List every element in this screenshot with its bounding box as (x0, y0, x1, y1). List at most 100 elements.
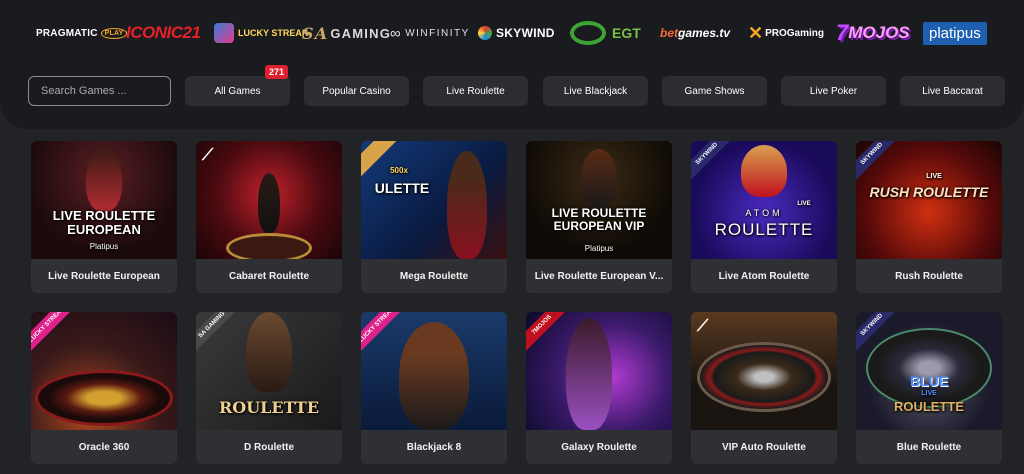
provider-label: ICONIC21 (126, 23, 201, 42)
roulette-wheel-icon (697, 342, 831, 412)
thumbnail-title-blue: BLUE (909, 373, 949, 389)
provider-skywind[interactable]: SKYWIND (478, 26, 555, 40)
game-thumbnail: LUCKY STREAK (31, 312, 177, 430)
provider-tag: SA GAMING (196, 312, 239, 352)
provider-label: MOJOS (848, 23, 910, 42)
game-name: Galaxy Roulette (561, 441, 637, 453)
game-tile[interactable]: SA GAMING ROULETTE D Roulette (196, 312, 342, 464)
provider-label: SKYWIND (496, 26, 555, 40)
game-name: VIP Auto Roulette (722, 441, 806, 453)
dealer-image (246, 312, 292, 392)
progaming-x-icon: ✕ (748, 22, 764, 43)
game-name: Blue Roulette (896, 441, 962, 453)
dealer-image (741, 145, 787, 197)
thumbnail-live: LIVE (926, 173, 942, 180)
provider-pragmatic-play[interactable]: PRAGMATIC PLAY (36, 27, 128, 39)
thumbnail-provider: Platipus (584, 244, 614, 253)
provider-sa-gaming[interactable]: SA GAMING (302, 24, 391, 43)
game-tile[interactable]: 500x ULETTE Mega Roulette (361, 141, 507, 293)
provider-label: PROGaming (765, 27, 824, 39)
provider-winfinity[interactable]: ∞ WINFINITY (390, 25, 470, 42)
provider-label: PRAGMATIC (36, 27, 98, 39)
provider-tag: LUCKY STREAK (31, 312, 74, 352)
provider-platipus[interactable]: platipus (923, 21, 987, 45)
provider-progaming[interactable]: ✕ PROGaming (748, 23, 824, 44)
thumbnail-title: LIVE ROULETTE EUROPEAN (52, 208, 156, 237)
game-name: Live Atom Roulette (718, 270, 810, 282)
play-badge: PLAY (100, 27, 128, 39)
game-tile[interactable]: SKYWIND LIVE RUSH ROULETTE Rush Roulette (856, 141, 1002, 293)
game-tile[interactable]: 7MOJOS Galaxy Roulette (526, 312, 672, 464)
tab-live-blackjack[interactable]: Live Blackjack (543, 76, 648, 106)
provider-strip: PRAGMATIC PLAY ICONIC21 LUCKY STREAK SA … (30, 14, 1004, 52)
tab-live-roulette[interactable]: Live Roulette (423, 76, 528, 106)
skywind-logo-icon (478, 26, 492, 40)
sa-logo-icon: SA (302, 23, 329, 43)
provider-label: platipus (929, 24, 981, 42)
tab-live-baccarat[interactable]: Live Baccarat (900, 76, 1005, 106)
game-thumbnail: 7MOJOS (526, 312, 672, 430)
provider-lucky-streak[interactable]: LUCKY STREAK (214, 23, 308, 43)
dealer-image (447, 151, 487, 259)
lucky-streak-logo-icon (214, 23, 234, 43)
search-input[interactable] (28, 76, 171, 106)
roulette-wheel-icon (35, 370, 173, 426)
game-tile[interactable]: LUCKY STREAK Blackjack 8 (361, 312, 507, 464)
egt-ring-icon (570, 21, 606, 45)
dealer-image (86, 149, 122, 211)
thumbnail-provider: Platipus (89, 242, 119, 251)
game-name: D Roulette (244, 441, 294, 453)
game-thumbnail: SA GAMING ROULETTE (196, 312, 342, 430)
game-tile[interactable]: LIVE ROULETTE EUROPEAN Platipus Live Rou… (31, 141, 177, 293)
provider-label: games.tv (678, 26, 731, 40)
mojos-seven: 7 (836, 20, 849, 45)
game-thumbnail: LIVE ROULETTE EUROPEAN VIP Platipus (526, 141, 672, 259)
thumbnail-title: ROULETTE (714, 220, 814, 239)
game-tile[interactable]: LIVE ROULETTE EUROPEAN VIP Platipus Live… (526, 141, 672, 293)
game-tile[interactable]: SKYWIND LIVE ATOM ROULETTE Live Atom Rou… (691, 141, 837, 293)
game-thumbnail: 500x ULETTE (361, 141, 507, 259)
roulette-wheel-icon (226, 233, 312, 259)
provider-iconic21[interactable]: ICONIC21 (126, 23, 201, 43)
provider-label: WINFINITY (405, 27, 470, 39)
game-tile[interactable]: ⟋ VIP Auto Roulette (691, 312, 837, 464)
provider-tag: SKYWIND (691, 141, 734, 181)
provider-label: GAMING (330, 25, 392, 41)
game-name: Cabaret Roulette (228, 270, 309, 282)
game-thumbnail: SKYWIND BLUE LIVE ROULETTE (856, 312, 1002, 430)
thumbnail-title-roulette: ROULETTE (893, 399, 965, 414)
game-name: Rush Roulette (895, 270, 963, 282)
game-thumbnail: SKYWIND LIVE RUSH ROULETTE (856, 141, 1002, 259)
tab-live-poker[interactable]: Live Poker (781, 76, 886, 106)
dealer-image (581, 149, 617, 207)
dealer-image (399, 322, 469, 430)
game-thumbnail: ⟋ (691, 312, 837, 430)
top-panel: PRAGMATIC PLAY ICONIC21 LUCKY STREAK SA … (0, 0, 1024, 129)
thumbnail-title: RUSH ROULETTE (869, 184, 989, 200)
game-thumbnail: LUCKY STREAK (361, 312, 507, 430)
game-tile[interactable]: ⟋ Cabaret Roulette (196, 141, 342, 293)
game-name: Live Roulette European V... (534, 270, 664, 282)
tab-all-games[interactable]: All Games (185, 76, 290, 106)
game-thumbnail: SKYWIND LIVE ATOM ROULETTE (691, 141, 837, 259)
thumbnail-sub: ATOM (745, 208, 783, 218)
game-tile[interactable]: SKYWIND BLUE LIVE ROULETTE Blue Roulette (856, 312, 1002, 464)
provider-label-bet: bet (660, 26, 678, 40)
provider-label: LUCKY STREAK (238, 28, 309, 38)
provider-egt[interactable]: EGT (570, 21, 641, 45)
provider-betgames[interactable]: bet games.tv (660, 26, 730, 40)
thumbnail-live: LIVE (921, 390, 937, 397)
provider-tag: 7MOJOS (526, 312, 569, 352)
game-name: Blackjack 8 (406, 441, 462, 453)
tab-game-shows[interactable]: Game Shows (662, 76, 767, 106)
provider-label: EGT (612, 25, 641, 41)
provider-7mojos[interactable]: 7 MOJOS (836, 20, 910, 46)
tab-popular-casino[interactable]: Popular Casino (304, 76, 409, 106)
thumbnail-title: LIVE ROULETTE EUROPEAN VIP (551, 206, 647, 233)
dealer-image (258, 173, 280, 233)
infinity-icon: ∞ (390, 24, 403, 42)
game-name: Oracle 360 (78, 441, 130, 453)
thumbnail-multiplier: 500x (390, 166, 408, 175)
game-tile[interactable]: LUCKY STREAK Oracle 360 (31, 312, 177, 464)
provider-x-icon: ⟋ (202, 147, 214, 164)
